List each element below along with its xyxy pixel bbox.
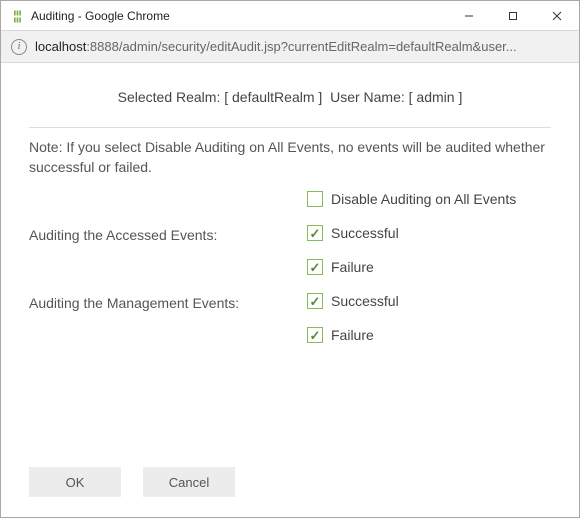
disable-all-label: Disable Auditing on All Events: [331, 191, 516, 207]
maximize-icon: [508, 11, 518, 21]
accessed-successful-label: Successful: [331, 225, 399, 241]
accessed-events-label: Auditing the Accessed Events:: [29, 225, 307, 243]
management-successful-label: Successful: [331, 293, 399, 309]
disable-all-row: Disable Auditing on All Events: [29, 191, 551, 225]
button-bar: OK Cancel: [29, 467, 235, 497]
minimize-button[interactable]: [447, 1, 491, 31]
management-failure-line[interactable]: Failure: [307, 327, 551, 343]
accessed-failure-line[interactable]: Failure: [307, 259, 551, 275]
note-text: Note: If you select Disable Auditing on …: [29, 138, 551, 177]
disable-all-checkbox-line[interactable]: Disable Auditing on All Events: [307, 191, 551, 207]
disable-all-checkbox[interactable]: [307, 191, 323, 207]
management-events-row: Auditing the Management Events: Successf…: [29, 293, 551, 361]
management-successful-line[interactable]: Successful: [307, 293, 551, 309]
window-titlebar: ¦¦¦ Auditing - Google Chrome: [1, 1, 579, 31]
accessed-successful-line[interactable]: Successful: [307, 225, 551, 241]
username-value: [ admin ]: [409, 89, 463, 105]
info-icon: i: [11, 39, 27, 55]
divider: [29, 127, 551, 128]
ok-button[interactable]: OK: [29, 467, 121, 497]
chrome-icon: ¦¦¦: [9, 8, 25, 24]
page-content: Selected Realm: [ defaultRealm ] User Na…: [1, 63, 579, 377]
maximize-button[interactable]: [491, 1, 535, 31]
accessed-successful-checkbox[interactable]: [307, 225, 323, 241]
close-icon: [552, 11, 562, 21]
username-label: User Name:: [330, 89, 405, 105]
realm-value: [ defaultRealm ]: [224, 89, 322, 105]
management-successful-checkbox[interactable]: [307, 293, 323, 309]
url-rest: :8888/admin/security/editAudit.jsp?curre…: [86, 39, 516, 54]
empty-label: [29, 191, 307, 209]
url-text: localhost:8888/admin/security/editAudit.…: [35, 39, 569, 54]
selected-realm-line: Selected Realm: [ defaultRealm ] User Na…: [29, 89, 551, 105]
management-failure-label: Failure: [331, 327, 374, 343]
realm-label: Selected Realm:: [118, 89, 221, 105]
cancel-button[interactable]: Cancel: [143, 467, 235, 497]
close-button[interactable]: [535, 1, 579, 31]
accessed-failure-checkbox[interactable]: [307, 259, 323, 275]
minimize-icon: [464, 11, 474, 21]
management-events-label: Auditing the Management Events:: [29, 293, 307, 311]
management-failure-checkbox[interactable]: [307, 327, 323, 343]
accessed-events-row: Auditing the Accessed Events: Successful…: [29, 225, 551, 293]
window-title: Auditing - Google Chrome: [31, 9, 170, 23]
address-bar[interactable]: i localhost:8888/admin/security/editAudi…: [1, 31, 579, 63]
url-host: localhost: [35, 39, 86, 54]
accessed-failure-label: Failure: [331, 259, 374, 275]
